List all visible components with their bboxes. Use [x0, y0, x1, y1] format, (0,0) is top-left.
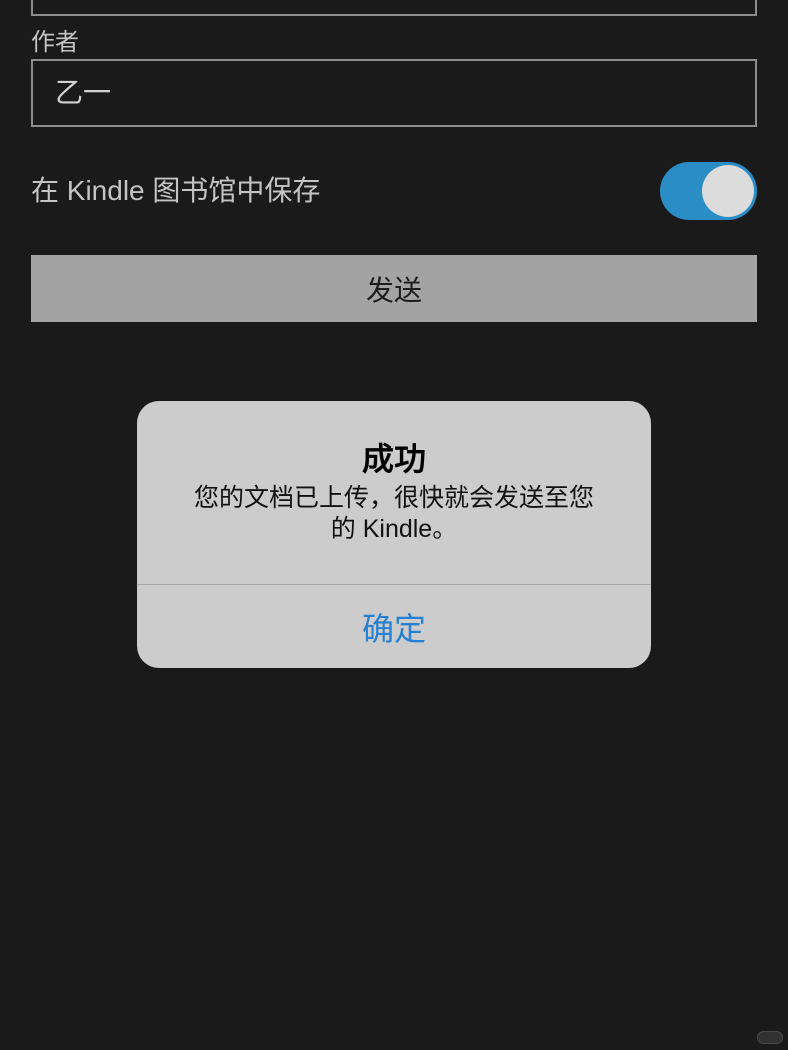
send-button[interactable]: 发送 [31, 255, 757, 322]
confirm-button[interactable]: 确定 [137, 585, 651, 668]
send-to-kindle-screen: 作者 乙一 在 Kindle 图书馆中保存 发送 成功 您的文档已上传，很快就会… [0, 0, 788, 1050]
title-input[interactable] [31, 0, 757, 16]
alert-title: 成功 [361, 441, 426, 477]
watermark-logo [757, 1031, 783, 1044]
author-input-value: 乙一 [55, 77, 112, 108]
author-label: 作者 [31, 29, 79, 56]
author-input[interactable]: 乙一 [31, 59, 757, 127]
alert-message: 您的文档已上传，很快就会发送至您的 Kindle。 [193, 484, 594, 543]
success-alert: 成功 您的文档已上传，很快就会发送至您的 Kindle。 确定 [137, 401, 651, 668]
toggle-knob [702, 165, 754, 217]
save-in-library-toggle[interactable] [660, 162, 757, 220]
save-in-library-label: 在 Kindle 图书馆中保存 [31, 175, 321, 206]
